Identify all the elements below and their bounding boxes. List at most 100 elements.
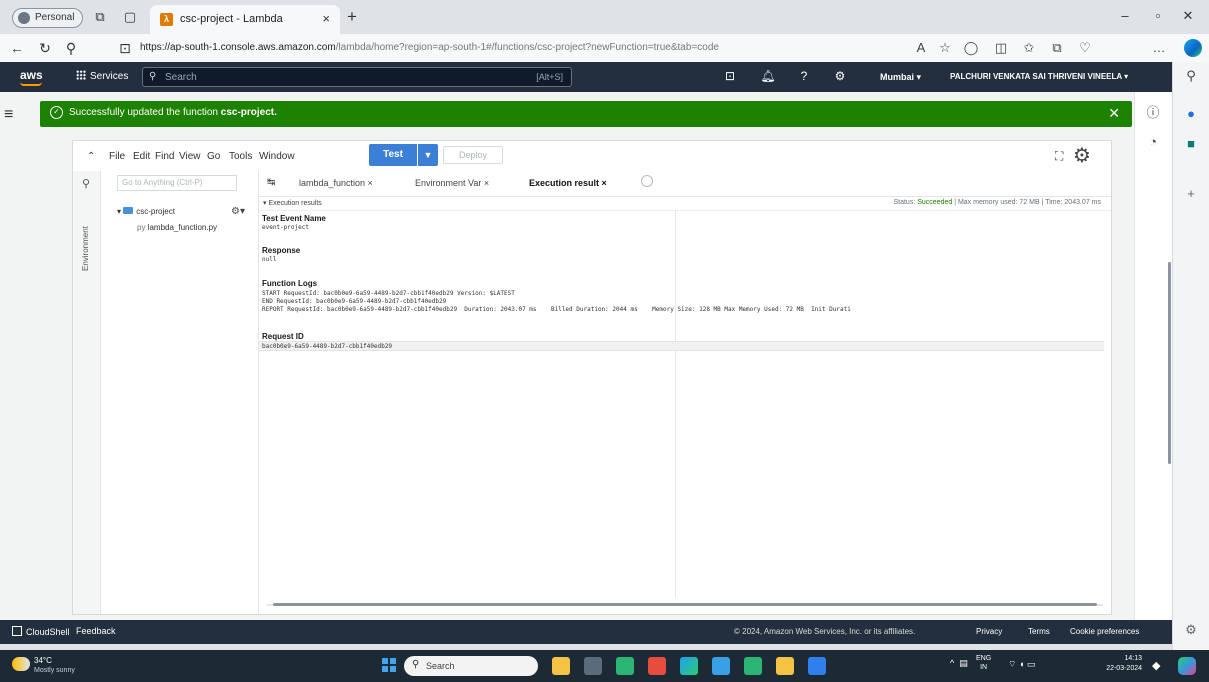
- tree-folder-row[interactable]: ▾ csc-project: [117, 207, 175, 216]
- restore-icon[interactable]: ▫: [1148, 8, 1168, 23]
- cloudshell-label: CloudShell: [26, 627, 70, 637]
- browser-essentials-icon[interactable]: ♡: [1076, 40, 1094, 56]
- cloudshell-link[interactable]: CloudShell: [12, 626, 70, 637]
- app-icon-6[interactable]: [776, 657, 794, 675]
- feedback-link[interactable]: Feedback: [76, 626, 116, 636]
- menu-icon[interactable]: ≡: [4, 106, 13, 124]
- results-toggle[interactable]: ▾ Execution results: [263, 199, 322, 207]
- request-id-value: bac0b0e9-6a59-4489-b2d7-cbb1f40edb29: [262, 343, 393, 350]
- sidebar-search-icon[interactable]: ⚲: [1183, 68, 1199, 84]
- menu-view[interactable]: View: [179, 151, 201, 162]
- app-icon-4[interactable]: [712, 657, 730, 675]
- tree-file-row[interactable]: py lambda_function.py: [137, 223, 217, 232]
- tab-actions-icon[interactable]: ▢: [122, 9, 138, 25]
- notifications-icon[interactable]: ◆: [1152, 659, 1160, 672]
- environment-rail: ⚲ Environment: [73, 171, 101, 614]
- search-icon[interactable]: ⚲: [82, 177, 90, 190]
- split-screen-icon[interactable]: ◫: [992, 40, 1010, 56]
- fullscreen-icon[interactable]: ⛶: [1055, 149, 1063, 164]
- dismiss-icon[interactable]: ✕: [1108, 105, 1120, 122]
- language-indicator[interactable]: ENG IN: [976, 654, 991, 672]
- info-icon[interactable]: ⓘ: [1145, 102, 1161, 121]
- close-window-icon[interactable]: ✕: [1178, 8, 1198, 24]
- menu-window[interactable]: Window: [259, 151, 295, 162]
- taskbar-clock[interactable]: 14:13 22-03-2024: [1096, 654, 1142, 674]
- app-icon-7[interactable]: [808, 657, 826, 675]
- file-explorer-icon[interactable]: [552, 657, 570, 675]
- sidebar-outlook-icon[interactable]: ■: [1183, 136, 1199, 151]
- privacy-link[interactable]: Privacy: [976, 627, 1002, 636]
- services-button[interactable]: Services: [76, 70, 128, 82]
- tab-environment-vars[interactable]: Environment Var ×: [415, 178, 489, 188]
- deploy-button[interactable]: Deploy: [443, 146, 503, 164]
- system-tray-icons[interactable]: ^ ▤: [950, 658, 968, 669]
- environment-tab[interactable]: Environment: [81, 226, 90, 271]
- back-icon[interactable]: ←: [8, 40, 26, 56]
- workspaces-icon[interactable]: ⧉: [92, 9, 108, 25]
- app-icon-2[interactable]: [616, 657, 634, 675]
- history-icon[interactable]: ◔: [1145, 134, 1161, 149]
- weather-icon[interactable]: [12, 657, 30, 671]
- url-field[interactable]: https://ap-south-1.console.aws.amazon.co…: [140, 39, 910, 57]
- profile-button[interactable]: Personal: [12, 8, 84, 28]
- sidebar-tools-icon[interactable]: ●: [1183, 106, 1199, 121]
- app-icon-3[interactable]: [648, 657, 666, 675]
- windows-start-icon[interactable]: [382, 658, 396, 672]
- function-logs-title: Function Logs: [262, 279, 318, 288]
- refresh-icon[interactable]: ↻: [36, 40, 54, 57]
- horizontal-scrollbar[interactable]: [267, 603, 1103, 607]
- scrollbar-thumb[interactable]: [273, 603, 1097, 606]
- app-icon-1[interactable]: [584, 657, 602, 675]
- goto-anything-input[interactable]: Go to Anything (Ctrl-P): [117, 175, 237, 191]
- app-icon-5[interactable]: [744, 657, 762, 675]
- menu-find[interactable]: Find: [155, 151, 174, 162]
- aws-logo[interactable]: aws: [20, 68, 43, 86]
- search-icon[interactable]: ⚲: [62, 40, 80, 57]
- cookie-preferences-link[interactable]: Cookie preferences: [1070, 627, 1139, 636]
- tree-settings-icon[interactable]: ⚙▾: [231, 206, 245, 217]
- menu-edit[interactable]: Edit: [133, 151, 150, 162]
- url-host: https://ap-south-1.console.aws.amazon.co…: [140, 42, 336, 53]
- collapse-icon[interactable]: ⌃: [87, 151, 95, 162]
- new-tab-button[interactable]: +: [347, 7, 357, 27]
- account-menu[interactable]: PALCHURI VENKATA SAI THRIVENI VINEELA ▾: [950, 72, 1128, 81]
- region-selector[interactable]: Mumbai ▾: [880, 72, 921, 83]
- page-info-icon[interactable]: ⊡: [116, 40, 134, 57]
- read-aloud-icon[interactable]: A: [912, 40, 930, 55]
- cloudshell-icon[interactable]: ⊡: [722, 69, 738, 83]
- tab-lambda-function[interactable]: lambda_function ×: [299, 178, 373, 188]
- menu-tools[interactable]: Tools: [229, 151, 252, 162]
- terms-link[interactable]: Terms: [1028, 627, 1050, 636]
- close-tab-icon[interactable]: ×: [322, 11, 330, 26]
- copilot-icon[interactable]: [1184, 39, 1202, 57]
- tab-execution-result[interactable]: Execution result ×: [529, 178, 607, 188]
- sidebar-add-icon[interactable]: +: [1183, 186, 1199, 201]
- search-icon: ⚲: [412, 659, 420, 670]
- settings-gear-icon[interactable]: ⚙: [832, 69, 848, 83]
- page-scrollbar-thumb[interactable]: [1168, 262, 1171, 464]
- taskbar-search[interactable]: ⚲ Search: [404, 656, 538, 676]
- network-volume-battery-icons[interactable]: ⌔ ◖ ▭: [1008, 659, 1035, 670]
- lang-top: ENG: [976, 655, 992, 662]
- extension-icon[interactable]: ◯: [962, 40, 980, 56]
- more-menu-icon[interactable]: …: [1150, 40, 1168, 55]
- aws-search-input[interactable]: ⚲ Search [Alt+S]: [142, 67, 572, 87]
- favorite-star-icon[interactable]: ☆: [936, 40, 954, 56]
- edge-taskbar-icon[interactable]: [680, 657, 698, 675]
- ide-settings-gear-icon[interactable]: ⚙: [1073, 143, 1091, 168]
- minimize-icon[interactable]: –: [1115, 8, 1135, 23]
- add-tab-icon[interactable]: [641, 175, 653, 187]
- browser-tab-active[interactable]: λ csc-project - Lambda ×: [150, 5, 340, 34]
- help-icon[interactable]: ?: [796, 69, 812, 83]
- tree-folder-label: csc-project: [136, 207, 175, 216]
- notifications-bell-icon[interactable]: 🔔︎: [760, 69, 776, 83]
- copilot-taskbar-icon[interactable]: [1178, 657, 1196, 675]
- sidebar-settings-icon[interactable]: ⚙: [1183, 622, 1199, 638]
- menu-go[interactable]: Go: [207, 151, 220, 162]
- favorites-icon[interactable]: ✩: [1020, 40, 1038, 56]
- test-dropdown-icon[interactable]: ▼: [418, 144, 438, 166]
- test-button[interactable]: Test: [369, 144, 417, 166]
- menu-file[interactable]: File: [109, 151, 125, 162]
- collections-icon[interactable]: ⧉: [1048, 40, 1066, 56]
- windows-taskbar: 34°C Mostly sunny ⚲ Search ^ ▤ ENG IN ⌔ ◖…: [0, 650, 1209, 682]
